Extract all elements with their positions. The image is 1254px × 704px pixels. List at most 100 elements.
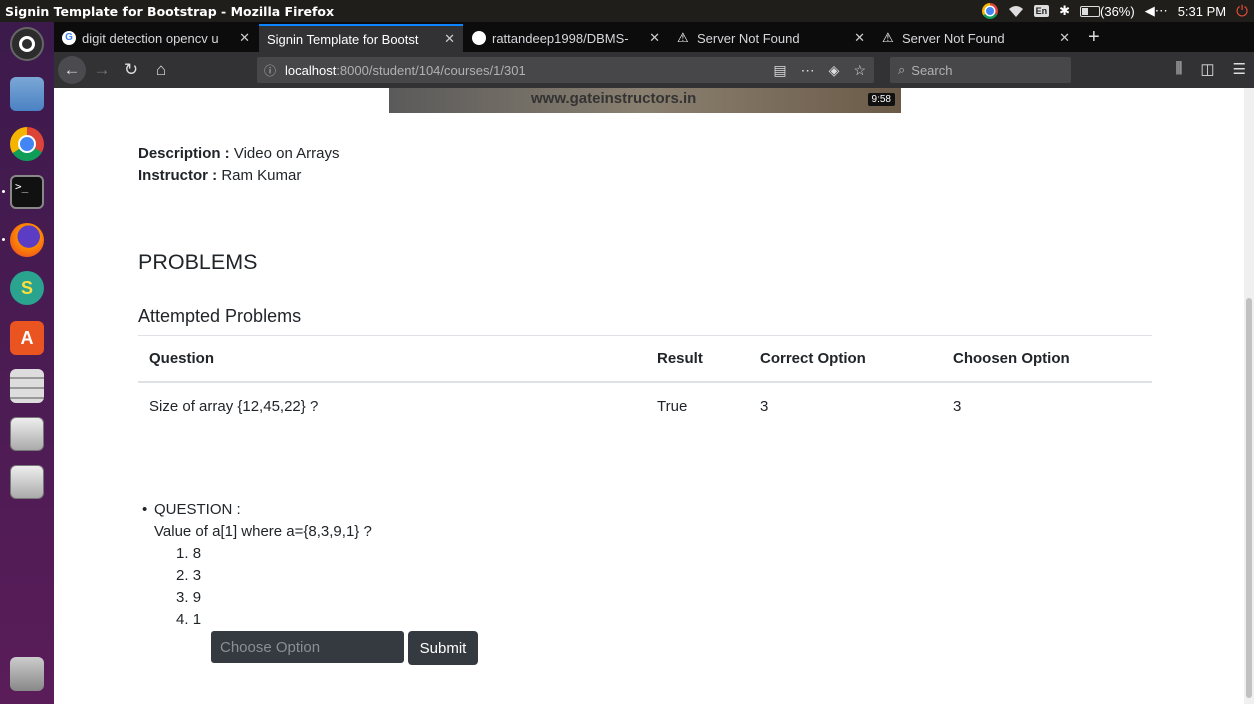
table-row: Size of array {12,45,22} ? True 3 3 xyxy=(138,381,1152,429)
system-tray: En ✱ (36%) ◀⋯ 5:31 PM ⏻ xyxy=(981,0,1248,22)
cell-correct-option: 3 xyxy=(749,381,942,429)
search-placeholder: Search xyxy=(911,62,953,78)
scrollbar-thumb[interactable] xyxy=(1246,298,1252,698)
option-item: 3. 9 xyxy=(176,589,202,606)
option-value: 8 xyxy=(192,545,202,562)
option-value: 3 xyxy=(192,567,202,584)
files-launcher[interactable] xyxy=(9,76,45,112)
option-value: 1 xyxy=(192,611,202,628)
page-scrollbar[interactable] xyxy=(1244,88,1254,704)
tab-signin-template[interactable]: Signin Template for Bootst ✕ xyxy=(259,24,463,52)
tab-digit-detection[interactable]: G digit detection opencv u ✕ xyxy=(54,24,258,52)
wifi-icon[interactable] xyxy=(1008,5,1024,18)
unity-launcher: >_ S A xyxy=(0,22,54,704)
reader-view-icon[interactable]: ▤ xyxy=(773,62,786,79)
bluetooth-icon[interactable]: ✱ xyxy=(1059,3,1070,19)
window-title: Signin Template for Bootstrap - Mozilla … xyxy=(5,3,335,19)
instructor-value: Ram Kumar xyxy=(221,167,302,184)
keyboard-layout-indicator[interactable]: En xyxy=(1033,5,1050,17)
home-icon: ⌂ xyxy=(155,60,167,79)
menu-icon[interactable]: ☰ xyxy=(1233,60,1246,78)
tab-label: Signin Template for Bootst xyxy=(267,31,419,47)
tab-server-not-found-2[interactable]: ⚠ Server Not Found ✕ xyxy=(874,24,1078,52)
column-header-choosen-option: Choosen Option xyxy=(942,335,1152,383)
video-player[interactable]: www.gateinstructors.in 9:58 xyxy=(389,88,901,113)
reload-icon: ↻ xyxy=(123,60,139,79)
ubuntu-dash-button[interactable] xyxy=(9,26,45,62)
s-app-icon: S xyxy=(10,271,44,305)
drive-launcher-2[interactable] xyxy=(9,464,45,500)
cell-question: Size of array {12,45,22} ? xyxy=(138,381,646,429)
power-icon[interactable]: ⏻ xyxy=(1236,3,1248,20)
instructor-line: Instructor : Ram Kumar xyxy=(138,165,339,187)
search-bar[interactable]: ⌕ Search xyxy=(890,57,1071,83)
navigation-toolbar: ← → ↻ ⌂ ⓘ localhost:8000/student/104/cou… xyxy=(54,52,1254,88)
s-app-launcher[interactable]: S xyxy=(9,270,45,306)
tab-github-dbms[interactable]: rattandeep1998/DBMS- ✕ xyxy=(464,24,668,52)
close-tab-icon[interactable]: ✕ xyxy=(239,30,250,46)
back-button[interactable]: ← xyxy=(58,56,86,84)
software-center-launcher[interactable]: A xyxy=(9,320,45,356)
url-bar[interactable]: ⓘ localhost:8000/student/104/courses/1/3… xyxy=(257,57,874,83)
close-tab-icon[interactable]: ✕ xyxy=(1059,30,1070,46)
firefox-launcher[interactable] xyxy=(9,222,45,258)
column-header-question: Question xyxy=(138,335,646,383)
chrome-launcher[interactable] xyxy=(9,126,45,162)
option-item: 2. 3 xyxy=(176,567,202,584)
choose-option-input[interactable] xyxy=(211,631,404,663)
close-tab-icon[interactable]: ✕ xyxy=(444,31,455,47)
option-item: 1. 8 xyxy=(176,545,202,562)
reload-button[interactable]: ↻ xyxy=(120,58,142,82)
cell-choosen-option: 3 xyxy=(942,381,1152,429)
chrome-icon xyxy=(10,127,44,161)
tab-bar: G digit detection opencv u ✕ Signin Temp… xyxy=(54,22,1254,52)
volume-icon[interactable]: ◀⋯ xyxy=(1145,3,1168,19)
drive-launcher[interactable] xyxy=(9,416,45,452)
tab-server-not-found-1[interactable]: ⚠ Server Not Found ✕ xyxy=(669,24,873,52)
new-tab-icon[interactable]: + xyxy=(1088,26,1100,49)
search-icon: ⌕ xyxy=(898,62,906,77)
database-icon xyxy=(10,369,44,403)
question-item: • QUESTION : Value of a[1] where a={8,3,… xyxy=(142,499,372,631)
attempted-problems-table: Question Result Correct Option Choosen O… xyxy=(138,335,1152,429)
cell-result: True xyxy=(646,381,749,429)
column-header-result: Result xyxy=(646,335,749,383)
info-icon[interactable]: ⓘ xyxy=(261,62,279,79)
clock[interactable]: 5:31 PM xyxy=(1178,4,1226,19)
trash-icon xyxy=(10,657,44,691)
close-tab-icon[interactable]: ✕ xyxy=(854,30,865,46)
forward-button[interactable]: → xyxy=(92,58,112,82)
battery-percent: (36%) xyxy=(1100,3,1135,19)
drive-icon xyxy=(10,417,44,451)
sidebar-icon[interactable]: ◫ xyxy=(1200,60,1214,78)
video-duration: 9:58 xyxy=(867,93,895,106)
chrome-indicator-icon[interactable] xyxy=(981,3,998,19)
running-indicator xyxy=(2,238,5,241)
drive-icon xyxy=(10,465,44,499)
submit-button[interactable]: Submit xyxy=(408,631,478,665)
close-tab-icon[interactable]: ✕ xyxy=(649,30,660,46)
github-icon xyxy=(472,31,486,45)
battery-indicator[interactable]: (36%) xyxy=(1080,4,1135,19)
home-button[interactable]: ⌂ xyxy=(150,58,172,82)
database-launcher[interactable] xyxy=(9,368,45,404)
description-label: Description : xyxy=(138,145,230,162)
description-value: Video on Arrays xyxy=(233,145,340,162)
library-icon[interactable]: ⫼ xyxy=(1175,60,1182,78)
bookmark-star-icon[interactable]: ☆ xyxy=(853,62,866,79)
column-header-correct-option: Correct Option xyxy=(749,335,942,383)
page-actions-icon[interactable]: ⋯ xyxy=(801,62,815,79)
option-item: 4. 1 xyxy=(176,611,202,628)
terminal-launcher[interactable]: >_ xyxy=(9,174,45,210)
firefox-icon xyxy=(10,223,44,257)
files-icon xyxy=(10,77,44,111)
course-details: Description : Video on Arrays Instructor… xyxy=(138,143,339,187)
trash-launcher[interactable] xyxy=(9,656,45,692)
google-icon: G xyxy=(62,31,76,45)
tab-label: Server Not Found xyxy=(697,30,800,46)
battery-icon xyxy=(1080,5,1101,17)
running-indicator xyxy=(2,190,5,193)
pocket-icon[interactable]: ◈ xyxy=(829,62,840,79)
ubuntu-logo-icon xyxy=(10,27,44,61)
url-path: :8000/student/104/courses/1/301 xyxy=(336,62,526,78)
